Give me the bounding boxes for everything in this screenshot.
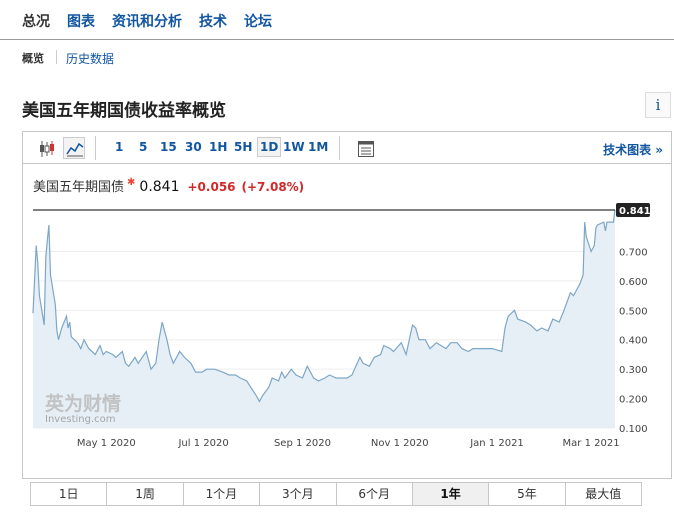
watermark-en: Investing.com bbox=[45, 414, 116, 425]
y-tick-label: 0.500 bbox=[619, 306, 648, 317]
last-value-badge: 0.841 bbox=[616, 203, 651, 217]
subnav-divider bbox=[56, 50, 57, 64]
y-tick-label: 0.200 bbox=[619, 395, 648, 406]
range-5y[interactable]: 5年 bbox=[489, 483, 566, 505]
range-1y[interactable]: 1年 bbox=[412, 483, 490, 505]
x-tick-label: May 1 2020 bbox=[77, 438, 136, 449]
x-tick-label: Mar 1 2021 bbox=[563, 438, 620, 449]
nav-technical[interactable]: 技术 bbox=[199, 11, 227, 31]
range-3m[interactable]: 3个月 bbox=[260, 483, 337, 505]
top-nav: 总况 图表 资讯和分析 技术 论坛 bbox=[0, 0, 674, 40]
y-tick-label: 0.400 bbox=[619, 336, 648, 347]
x-tick-label: Jan 1 2021 bbox=[469, 438, 524, 449]
range-6m[interactable]: 6个月 bbox=[337, 483, 413, 505]
y-tick-label: 0.600 bbox=[619, 277, 648, 288]
y-tick-label: 0.700 bbox=[619, 247, 648, 258]
x-tick-label: Sep 1 2020 bbox=[274, 438, 331, 449]
x-axis-labels: May 1 2020 Jul 1 2020 Sep 1 2020 Nov 1 2020… bbox=[77, 438, 620, 449]
page-title: 美国五年期国债收益率概览 bbox=[22, 101, 226, 121]
last-value-label: 0.841 bbox=[619, 206, 651, 217]
nav-forum[interactable]: 论坛 bbox=[244, 11, 272, 31]
y-tick-label: 0.100 bbox=[619, 424, 648, 435]
x-tick-label: Nov 1 2020 bbox=[371, 438, 429, 449]
watermark-cn: 英为财情 bbox=[45, 392, 121, 415]
range-1d[interactable]: 1日 bbox=[31, 483, 108, 505]
x-tick-label: Jul 1 2020 bbox=[177, 438, 228, 449]
investing-watermark: 英为财情 Investing.com bbox=[45, 392, 121, 425]
y-axis-labels: 0.700 0.600 0.500 0.400 0.300 0.200 0.100 bbox=[619, 247, 648, 435]
nav-overview[interactable]: 总况 bbox=[22, 11, 50, 31]
subnav-overview[interactable]: 概览 bbox=[22, 50, 44, 66]
subnav-historical-data[interactable]: 历史数据 bbox=[66, 50, 114, 67]
range-max[interactable]: 最大值 bbox=[566, 483, 641, 505]
range-selector: 1日 1周 1个月 3个月 6个月 1年 5年 最大值 bbox=[30, 482, 642, 506]
chart-panel: 1 5 15 30 1H 5H 1D 1W 1M 技术图表 » 美国五年期国债 ✱… bbox=[22, 131, 672, 479]
nav-news-analysis[interactable]: 资讯和分析 bbox=[112, 11, 182, 31]
range-1m[interactable]: 1个月 bbox=[184, 483, 261, 505]
nav-charts[interactable]: 图表 bbox=[67, 11, 95, 31]
range-1w[interactable]: 1周 bbox=[107, 483, 184, 505]
y-tick-label: 0.300 bbox=[619, 365, 648, 376]
info-icon[interactable]: i bbox=[645, 92, 671, 118]
yield-chart[interactable]: 0.700 0.600 0.500 0.400 0.300 0.200 0.100 May … bbox=[23, 132, 671, 478]
